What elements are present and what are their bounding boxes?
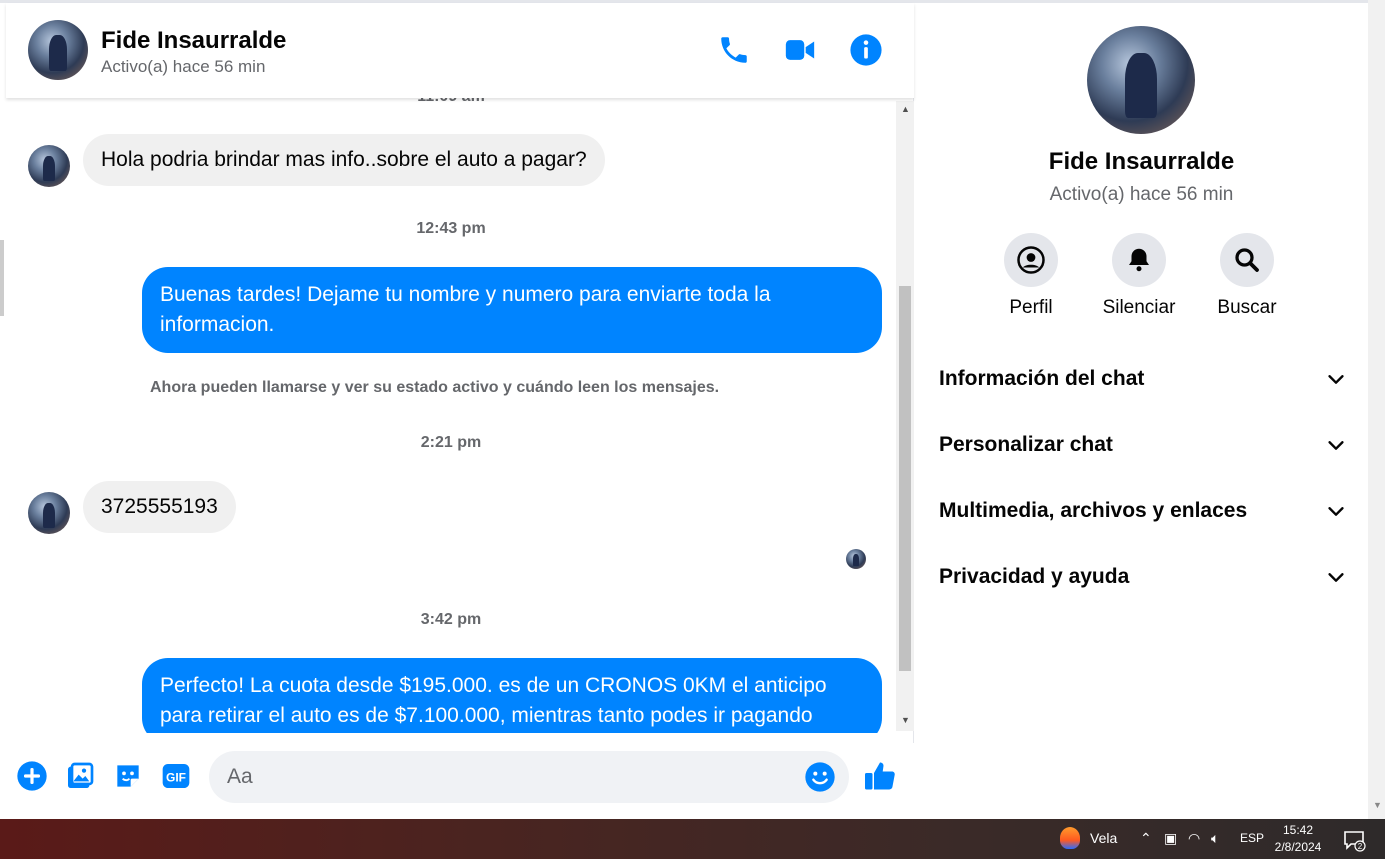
meet-now-icon[interactable]: ▣ [1164, 830, 1177, 847]
profile-label: Perfil [1009, 297, 1053, 318]
mute-button[interactable]: Silenciar [1094, 233, 1184, 319]
search-label: Buscar [1217, 297, 1277, 318]
image-icon[interactable] [64, 760, 96, 792]
seen-indicator-avatar [846, 549, 866, 569]
thumbs-up-icon[interactable] [862, 758, 898, 794]
sticker-icon[interactable] [112, 760, 144, 792]
weather-label: Vela [1090, 830, 1118, 846]
contact-avatar[interactable] [28, 20, 88, 80]
sender-avatar[interactable] [28, 145, 70, 187]
timestamp-partial: 11:09 am [6, 98, 896, 106]
emoji-icon[interactable] [804, 761, 836, 793]
section-media-files-links[interactable]: Multimedia, archivos y enlaces [939, 491, 1347, 531]
chat-header: Fide Insaurralde Activo(a) hace 56 min [6, 3, 914, 98]
chevron-down-icon[interactable] [1325, 368, 1347, 390]
profile-icon[interactable] [1004, 233, 1058, 287]
messenger-window: Fide Insaurralde Activo(a) hace 56 min 1… [0, 0, 1385, 819]
left-edge-handle[interactable] [0, 240, 4, 316]
wifi-icon[interactable]: ◠ [1188, 830, 1200, 847]
section-chat-info[interactable]: Información del chat [939, 359, 1347, 399]
phone-icon[interactable] [717, 33, 751, 67]
message-input[interactable] [209, 751, 849, 803]
chevron-up-icon[interactable]: ⌃ [1140, 830, 1152, 847]
add-icon[interactable] [16, 760, 48, 792]
svg-text:GIF: GIF [166, 770, 186, 784]
message-scrollbar[interactable]: ▲ ▼ [896, 101, 914, 731]
conversation-info-panel: Fide Insaurralde Activo(a) hace 56 min P… [915, 3, 1368, 819]
scroll-down-arrow-icon[interactable]: ▼ [1373, 800, 1382, 810]
profile-name: Fide Insaurralde [1048, 148, 1235, 175]
profile-avatar[interactable] [1087, 26, 1195, 134]
composer-bar: GIF [6, 743, 914, 819]
section-label: Información del chat [939, 367, 1145, 390]
chevron-down-icon[interactable] [1325, 566, 1347, 588]
timestamp: 12:43 pm [416, 220, 486, 237]
profile-status: Activo(a) hace 56 min [1049, 184, 1234, 205]
outgoing-message[interactable]: Perfecto! La cuota desde $195.000. es de… [142, 658, 882, 733]
clock-date: 2/8/2024 [1274, 840, 1322, 854]
chat-pane: Fide Insaurralde Activo(a) hace 56 min 1… [6, 3, 914, 819]
chevron-down-icon[interactable] [1325, 434, 1347, 456]
section-label: Multimedia, archivos y enlaces [939, 499, 1248, 522]
candle-flame-icon [1060, 827, 1080, 849]
video-call-icon[interactable] [783, 33, 817, 67]
notification-count: 2 [1358, 842, 1363, 851]
incoming-message[interactable]: Hola podria brindar mas info..sobre el a… [83, 134, 605, 186]
sender-avatar[interactable] [28, 492, 70, 534]
weather-widget[interactable]: Vela [1060, 827, 1117, 849]
scroll-up-arrow-icon[interactable]: ▲ [901, 104, 910, 114]
scroll-down-arrow-icon[interactable]: ▼ [901, 715, 910, 725]
search-icon[interactable] [1220, 233, 1274, 287]
section-customize-chat[interactable]: Personalizar chat [939, 425, 1347, 465]
clock-time: 15:42 [1282, 823, 1314, 837]
gif-icon[interactable]: GIF [160, 760, 192, 792]
profile-button[interactable]: Perfil [986, 233, 1076, 319]
page-scrollbar[interactable]: ▼ [1368, 0, 1385, 819]
speaker-icon[interactable]: 🔈︎ [1211, 830, 1219, 847]
search-button[interactable]: Buscar [1202, 233, 1292, 319]
incoming-message[interactable]: 3725555193 [83, 481, 236, 533]
info-icon[interactable] [849, 33, 883, 67]
outgoing-message[interactable]: Buenas tardes! Dejame tu nombre y numero… [142, 267, 882, 353]
system-clock[interactable]: 15:42 2/8/2024 [1268, 822, 1328, 856]
contact-status: Activo(a) hace 56 min [101, 57, 266, 76]
section-privacy-help[interactable]: Privacidad y ayuda [939, 557, 1347, 597]
timestamp: 3:42 pm [420, 611, 482, 628]
chevron-down-icon[interactable] [1325, 500, 1347, 522]
timestamp: 2:21 pm [420, 434, 482, 451]
bell-icon[interactable] [1112, 233, 1166, 287]
system-notice: Ahora pueden llamarse y ver su estado ac… [150, 379, 720, 396]
section-label: Privacidad y ayuda [939, 565, 1130, 588]
message-list[interactable]: 11:09 am Hola podria brindar mas info..s… [6, 98, 896, 733]
section-label: Personalizar chat [939, 433, 1113, 456]
contact-name[interactable]: Fide Insaurralde [101, 27, 286, 55]
notification-center-icon[interactable]: 2 [1342, 828, 1366, 852]
language-indicator[interactable]: ESP [1240, 831, 1264, 845]
mute-label: Silenciar [1102, 297, 1176, 318]
scrollbar-thumb[interactable] [899, 286, 911, 671]
windows-taskbar: Vela ⌃ ▣ ◠ 🔈︎ ESP 15:42 2/8/2024 2 [0, 819, 1385, 859]
